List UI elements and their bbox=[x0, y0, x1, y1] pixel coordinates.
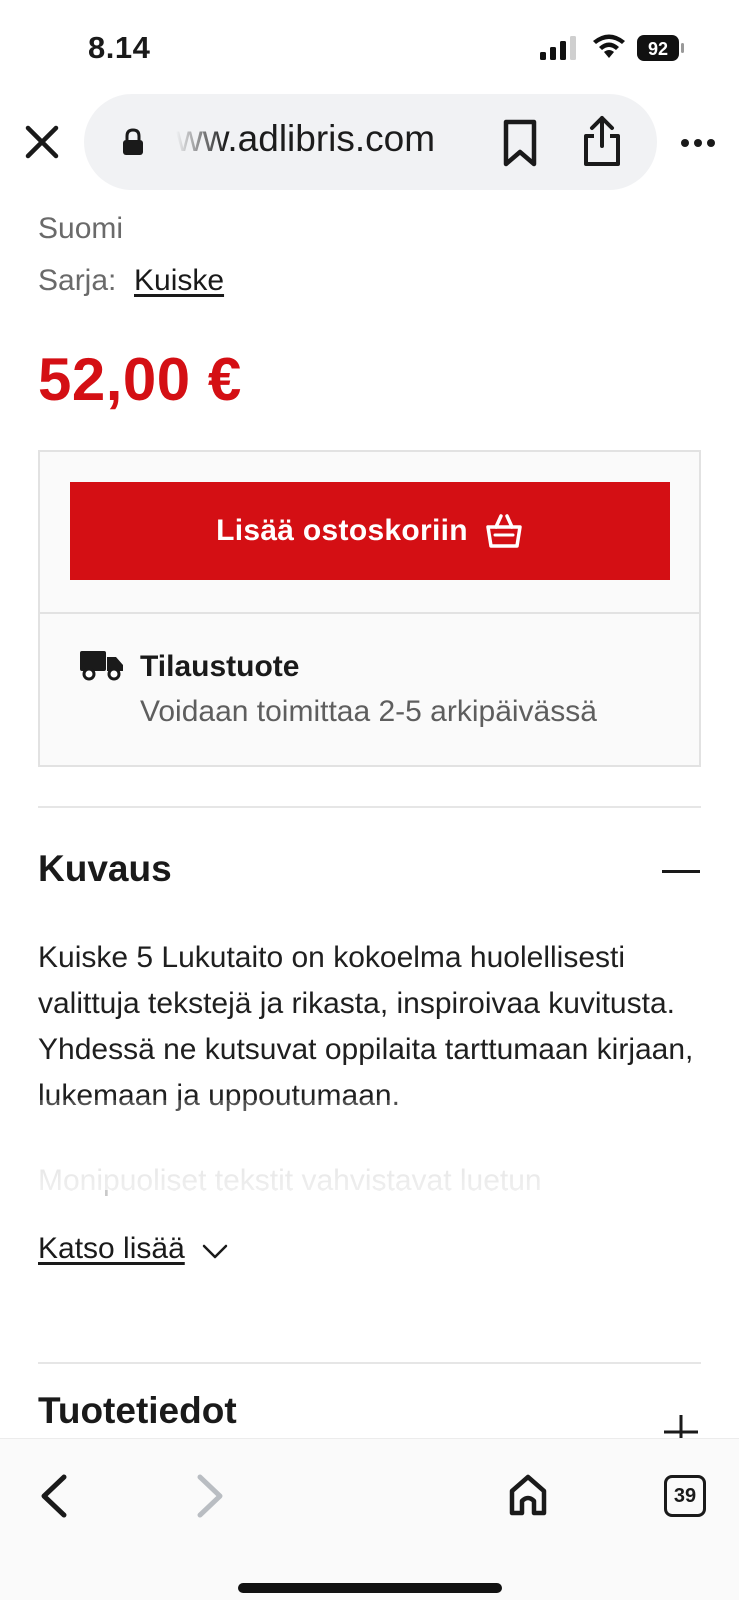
section-divider bbox=[38, 806, 701, 808]
series-label: Sarja: bbox=[38, 264, 117, 297]
tabs-button[interactable]: 39 bbox=[664, 1475, 706, 1517]
forward-arrow-icon[interactable] bbox=[196, 1473, 226, 1519]
see-more-link[interactable]: Katso lisää bbox=[38, 1232, 185, 1266]
lock-icon bbox=[123, 128, 143, 155]
tabs-count: 39 bbox=[673, 1484, 697, 1507]
price: 52,00 € bbox=[38, 346, 242, 413]
delivery-estimate: Voidaan toimittaa 2-5 arkipäivässä bbox=[140, 695, 597, 728]
purchase-box-divider bbox=[40, 612, 699, 614]
description-faded-text: Monipuoliset tekstit vahvistavat luetun bbox=[38, 1164, 542, 1197]
language-value: Suomi bbox=[38, 212, 124, 245]
home-icon[interactable] bbox=[508, 1473, 548, 1517]
address-bar[interactable]: ww.adlibris.com bbox=[84, 94, 657, 190]
wifi-icon bbox=[593, 34, 625, 58]
back-arrow-icon[interactable] bbox=[38, 1473, 68, 1519]
chevron-down-icon[interactable] bbox=[202, 1244, 228, 1260]
url-fade bbox=[176, 114, 226, 170]
delivery-truck-icon bbox=[80, 651, 123, 681]
description-text: Kuiske 5 Lukutaito on kokoelma huolellis… bbox=[38, 941, 694, 1112]
product-details-heading[interactable]: Tuotetiedot bbox=[38, 1390, 237, 1432]
more-options-icon[interactable] bbox=[680, 130, 716, 156]
battery-icon: 92 bbox=[637, 35, 684, 61]
close-icon[interactable] bbox=[22, 122, 62, 162]
add-to-cart-button[interactable]: Lisää ostoskoriin bbox=[70, 482, 670, 580]
section-divider bbox=[38, 1362, 701, 1364]
cellular-signal-icon bbox=[540, 36, 576, 60]
add-to-cart-label: Lisää ostoskoriin bbox=[216, 514, 468, 547]
basket-icon bbox=[486, 514, 522, 548]
bookmark-icon[interactable] bbox=[500, 118, 540, 168]
delivery-title: Tilaustuote bbox=[140, 650, 300, 683]
browser-bottom-bar: 39 bbox=[0, 1438, 739, 1600]
purchase-box: Lisää ostoskoriin Tilaustuote Voidaan to… bbox=[38, 450, 701, 767]
home-indicator bbox=[238, 1583, 502, 1593]
share-icon[interactable] bbox=[580, 114, 624, 168]
series-link[interactable]: Kuiske bbox=[134, 264, 224, 298]
battery-level: 92 bbox=[648, 39, 668, 59]
collapse-icon[interactable] bbox=[662, 870, 700, 873]
status-bar: 8.14 92 bbox=[0, 0, 739, 92]
clock: 8.14 bbox=[88, 30, 151, 65]
description-heading[interactable]: Kuvaus bbox=[38, 848, 172, 890]
